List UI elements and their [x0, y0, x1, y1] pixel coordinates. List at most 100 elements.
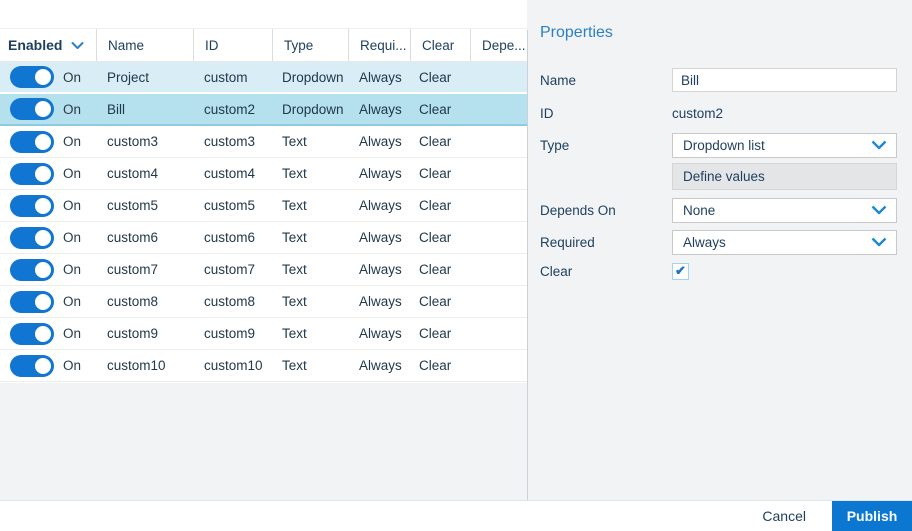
cell-type: Text	[272, 198, 348, 213]
table-row[interactable]: On Project custom Dropdown Always Clear	[0, 62, 527, 94]
toggle-switch[interactable]	[10, 259, 54, 281]
toggle-switch[interactable]	[10, 131, 54, 153]
toggle-state-label: On	[63, 102, 81, 117]
publish-button[interactable]: Publish	[832, 501, 912, 531]
cell-enabled: On	[0, 66, 96, 88]
toggle-switch[interactable]	[10, 291, 54, 313]
cell-type: Text	[272, 230, 348, 245]
cell-enabled: On	[0, 291, 96, 313]
column-header-enabled-label: Enabled	[8, 37, 62, 53]
toggle-state-label: On	[63, 262, 81, 277]
cancel-button[interactable]: Cancel	[762, 508, 806, 524]
toggle-knob	[35, 230, 51, 246]
toggle-switch[interactable]	[10, 195, 54, 217]
required-dropdown[interactable]: Always	[672, 230, 897, 255]
cell-type: Dropdown	[272, 102, 348, 117]
cell-name: custom7	[96, 262, 193, 277]
toggle-knob	[35, 358, 51, 374]
column-header-type[interactable]: Type	[272, 29, 348, 61]
cell-id: custom5	[193, 198, 272, 213]
table-row[interactable]: On custom7 custom7 Text Always Clear	[0, 254, 527, 286]
cell-clear: Clear	[410, 166, 470, 181]
table-row[interactable]: On Bill custom2 Dropdown Always Clear	[0, 94, 527, 126]
toggle-switch[interactable]	[10, 98, 54, 120]
toggle-state-label: On	[63, 134, 81, 149]
toggle-switch[interactable]	[10, 227, 54, 249]
depends-on-label: Depends On	[540, 203, 672, 218]
table-row[interactable]: On custom9 custom9 Text Always Clear	[0, 318, 527, 350]
custom-fields-settings-page: Enabled Name ID Type Requi... Clear Depe…	[0, 0, 912, 531]
cell-name: custom10	[96, 358, 193, 373]
cell-name: custom8	[96, 294, 193, 309]
cell-enabled: On	[0, 98, 96, 120]
table-row[interactable]: On custom5 custom5 Text Always Clear	[0, 190, 527, 222]
properties-panel: Properties Name ID custom2 Type Dropdown…	[528, 0, 912, 500]
toggle-knob	[35, 198, 51, 214]
column-header-id[interactable]: ID	[193, 29, 272, 61]
toggle-state-label: On	[63, 358, 81, 373]
toggle-switch[interactable]	[10, 355, 54, 377]
table-row[interactable]: On custom10 custom10 Text Always Clear	[0, 350, 527, 382]
column-header-required[interactable]: Requi...	[348, 29, 410, 61]
required-label: Required	[540, 235, 672, 250]
cell-required: Always	[348, 294, 410, 309]
cell-clear: Clear	[410, 70, 470, 85]
cell-enabled: On	[0, 227, 96, 249]
toggle-knob	[35, 262, 51, 278]
cell-clear: Clear	[410, 262, 470, 277]
table-row[interactable]: On custom4 custom4 Text Always Clear	[0, 158, 527, 190]
chevron-down-icon	[871, 234, 887, 252]
cell-required: Always	[348, 102, 410, 117]
toggle-knob	[35, 166, 51, 182]
cell-clear: Clear	[410, 230, 470, 245]
cell-enabled: On	[0, 131, 96, 153]
column-header-enabled[interactable]: Enabled	[0, 29, 96, 61]
chevron-down-icon[interactable]	[71, 41, 84, 50]
cell-enabled: On	[0, 355, 96, 377]
toggle-switch[interactable]	[10, 323, 54, 345]
cell-clear: Clear	[410, 326, 470, 341]
cell-type: Text	[272, 166, 348, 181]
id-label: ID	[540, 106, 672, 121]
toggle-knob	[35, 101, 51, 117]
toggle-knob	[35, 69, 51, 85]
type-dropdown[interactable]: Dropdown list	[672, 133, 897, 158]
toggle-knob	[35, 294, 51, 310]
column-header-depends[interactable]: Depe...	[470, 29, 527, 61]
name-label: Name	[540, 73, 672, 88]
name-input[interactable]	[672, 68, 897, 92]
cell-enabled: On	[0, 163, 96, 185]
cell-name: custom6	[96, 230, 193, 245]
cell-clear: Clear	[410, 134, 470, 149]
type-label: Type	[540, 138, 672, 153]
cell-type: Dropdown	[272, 70, 348, 85]
toggle-state-label: On	[63, 70, 81, 85]
cell-type: Text	[272, 262, 348, 277]
toggle-state-label: On	[63, 198, 81, 213]
cell-id: custom10	[193, 358, 272, 373]
type-dropdown-value: Dropdown list	[683, 138, 765, 153]
fields-table: Enabled Name ID Type Requi... Clear Depe…	[0, 0, 527, 383]
id-value: custom2	[672, 106, 723, 121]
cell-type: Text	[272, 294, 348, 309]
table-row[interactable]: On custom6 custom6 Text Always Clear	[0, 222, 527, 254]
table-row[interactable]: On custom3 custom3 Text Always Clear	[0, 126, 527, 158]
column-header-name[interactable]: Name	[96, 29, 193, 61]
table-row[interactable]: On custom8 custom8 Text Always Clear	[0, 286, 527, 318]
cell-name: Bill	[96, 102, 193, 117]
toggle-state-label: On	[63, 294, 81, 309]
toggle-switch[interactable]	[10, 163, 54, 185]
cell-id: custom2	[193, 102, 272, 117]
cell-required: Always	[348, 262, 410, 277]
depends-on-dropdown[interactable]: None	[672, 198, 897, 223]
clear-checkbox[interactable]: ✔	[672, 263, 689, 280]
cell-required: Always	[348, 134, 410, 149]
toggle-switch[interactable]	[10, 66, 54, 88]
column-header-clear[interactable]: Clear	[410, 29, 470, 61]
cell-type: Text	[272, 134, 348, 149]
define-values-button[interactable]: Define values	[672, 163, 897, 190]
cell-name: custom9	[96, 326, 193, 341]
toggle-state-label: On	[63, 230, 81, 245]
cell-id: custom6	[193, 230, 272, 245]
cell-required: Always	[348, 166, 410, 181]
